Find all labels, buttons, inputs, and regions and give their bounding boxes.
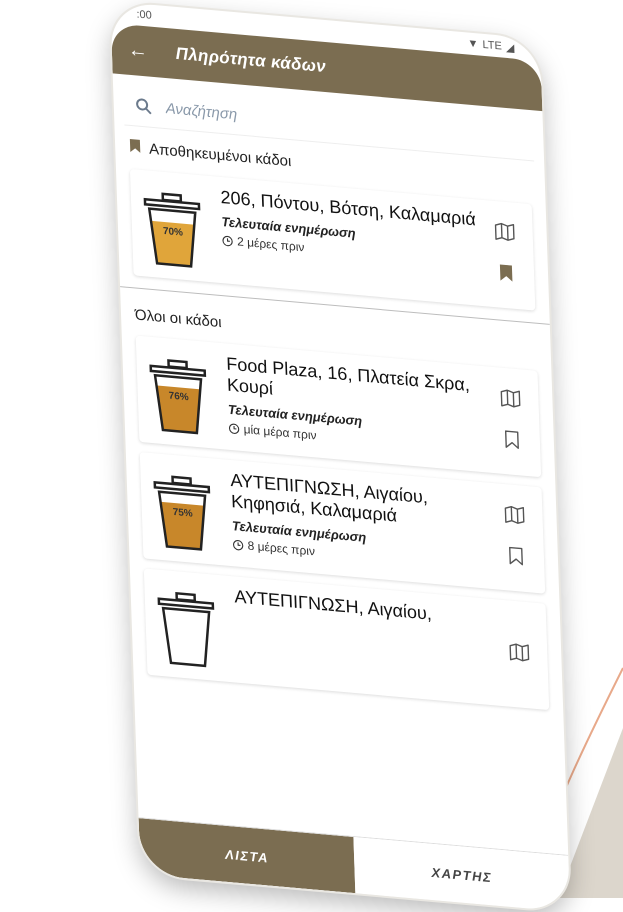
app-screen: :00 ▼ LTE ◢ ← Πληρότητα κάδων Αποθηκευμέ… <box>110 1 571 912</box>
back-arrow-icon[interactable]: ← <box>127 38 158 64</box>
status-icons: ▼ LTE ◢ <box>467 37 515 55</box>
all-section-title: Όλοι οι κάδοι <box>134 306 222 332</box>
bin-address: ΑΥΤΕΠΙΓΝΩΣΗ, Αιγαίου, <box>234 586 433 624</box>
signal-icon: ◢ <box>505 41 515 55</box>
bin-card[interactable]: ΑΥΤΕΠΙΓΝΩΣΗ, Αιγαίου, <box>143 568 550 711</box>
trash-bin-icon: 75% <box>153 475 211 551</box>
phone-mockup: :00 ▼ LTE ◢ ← Πληρότητα κάδων Αποθηκευμέ… <box>0 0 623 912</box>
trash-bin-icon: 76% <box>149 359 207 435</box>
update-time-text: 8 μέρες πριν <box>247 538 316 559</box>
page-title: Πληρότητα κάδων <box>175 43 327 77</box>
bookmark-filled-icon[interactable] <box>499 263 514 287</box>
bookmark-filled-icon <box>129 138 142 158</box>
bookmark-outline-icon[interactable] <box>504 430 520 454</box>
trash-bin-icon: 70% <box>143 192 201 268</box>
update-time-text: μία μέρα πριν <box>243 422 317 443</box>
clock-icon <box>228 423 240 434</box>
bookmark-outline-icon[interactable] <box>509 546 524 570</box>
update-time-text: 2 μέρες πριν <box>236 234 305 255</box>
fill-percent-label: 70% <box>163 226 183 239</box>
tab-map[interactable]: ΧΑΡΤΗΣ <box>353 836 571 912</box>
map-icon[interactable] <box>509 642 530 667</box>
search-icon <box>135 97 152 115</box>
fill-percent-label: 76% <box>169 391 189 404</box>
status-time: :00 <box>136 8 152 22</box>
clock-icon <box>222 235 233 246</box>
map-icon[interactable] <box>500 389 521 414</box>
network-label: LTE <box>482 38 503 53</box>
map-icon[interactable] <box>494 222 515 247</box>
wifi-icon: ▼ <box>467 37 479 51</box>
map-icon[interactable] <box>504 505 525 530</box>
trash-bin-icon <box>157 591 215 668</box>
tab-list[interactable]: ΛΙΣΤΑ <box>138 818 356 894</box>
saved-section-title: Αποθηκευμένοι κάδοι <box>148 140 292 171</box>
clock-icon <box>232 539 244 550</box>
fill-percent-label: 75% <box>173 507 193 520</box>
